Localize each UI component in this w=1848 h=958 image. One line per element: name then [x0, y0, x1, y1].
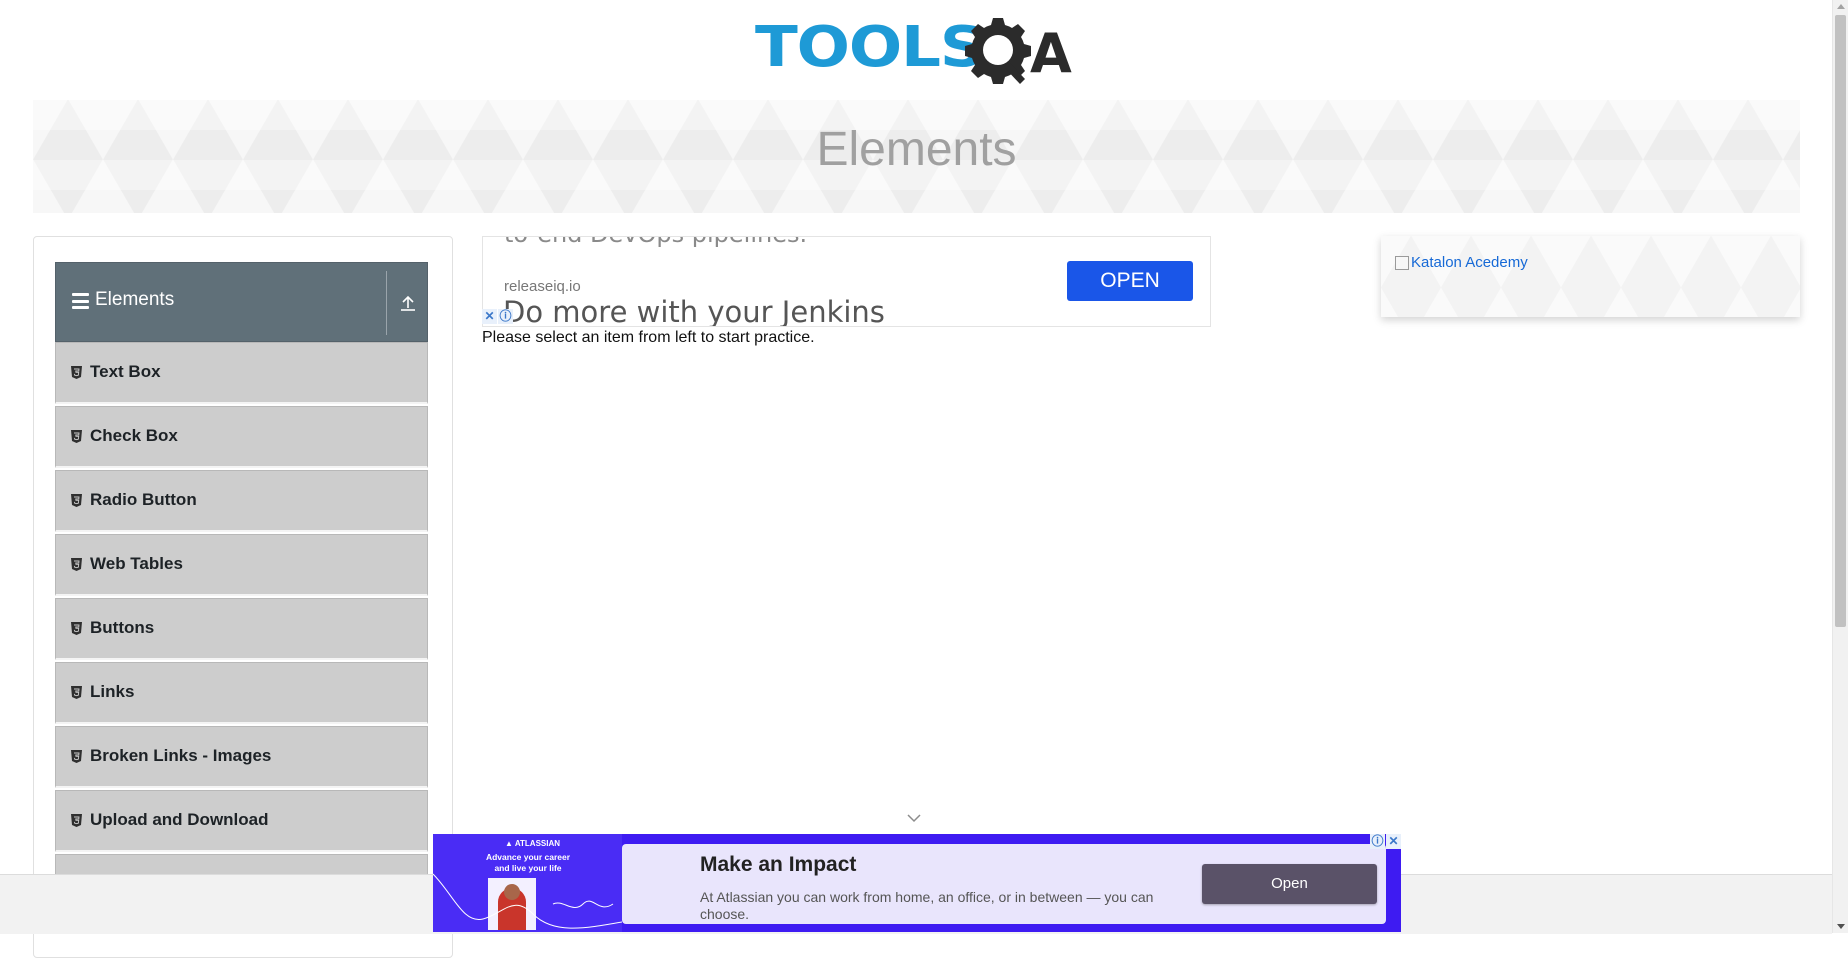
- header-divider: [386, 271, 387, 335]
- logo-tools-text: TOOLS: [755, 15, 985, 80]
- menu-item-web-tables[interactable]: Web Tables: [55, 534, 428, 596]
- site-header: TOOLS A: [0, 0, 1832, 100]
- menu-item-label: Broken Links - Images: [90, 746, 272, 765]
- menu-item-label: Radio Button: [90, 490, 197, 509]
- scroll-down-icon[interactable]: [1837, 924, 1845, 929]
- menu-item-text-box[interactable]: Text Box: [55, 342, 428, 404]
- menu-item-radio-button[interactable]: Radio Button: [55, 470, 428, 532]
- ad-headline[interactable]: Do more with your Jenkins: [503, 295, 885, 326]
- ad-open-button[interactable]: OPEN: [1067, 261, 1193, 301]
- ad-description: At Atlassian you can work from home, an …: [700, 889, 1154, 922]
- ad-info-icon[interactable]: ⓘ: [498, 309, 513, 324]
- menu-item-label: Upload and Download: [90, 810, 269, 829]
- ad-close-icon[interactable]: ✕: [1386, 834, 1401, 849]
- page-banner: Elements: [33, 100, 1800, 213]
- practice-instruction: Please select an item from left to start…: [482, 329, 815, 346]
- ad-domain[interactable]: releaseiq.io: [504, 278, 581, 295]
- menu-item-label: Text Box: [90, 362, 161, 381]
- ad-badges: ✕ ⓘ: [482, 309, 513, 324]
- ad-artwork: ▲ ATLASSIAN Advance your career and live…: [433, 834, 622, 932]
- chevron-down-icon[interactable]: [906, 813, 922, 823]
- bottom-ad-banner[interactable]: ▲ ATLASSIAN Advance your career and live…: [433, 834, 1401, 932]
- group-title: Elements: [95, 289, 175, 310]
- html5-icon: [71, 814, 82, 827]
- toolsqa-logo[interactable]: TOOLS A: [755, 14, 1080, 92]
- katalon-academy-link[interactable]: Katalon Acedemy: [1395, 254, 1528, 271]
- gear-q-icon: A: [965, 18, 1072, 85]
- menu-item-broken-links-images[interactable]: Broken Links - Images: [55, 726, 428, 788]
- menu-item-label: Check Box: [90, 426, 178, 445]
- broken-image-icon: [1395, 255, 1409, 270]
- ad-title[interactable]: Make an Impact: [700, 853, 856, 877]
- html5-icon: [71, 558, 82, 571]
- ad-partial-text: to-end DevOps pipelines.: [504, 237, 807, 248]
- side-ad: Katalon Acedemy: [1381, 236, 1800, 317]
- ad-info-icon[interactable]: ⓘ: [1370, 834, 1385, 849]
- ad-wave-lines: [433, 873, 622, 929]
- top-ad-banner[interactable]: to-end DevOps pipelines. releaseiq.io OP…: [482, 236, 1211, 327]
- menu-item-buttons[interactable]: Buttons: [55, 598, 428, 660]
- menu-item-label: Buttons: [90, 618, 155, 637]
- elements-group-header[interactable]: Elements: [55, 262, 428, 342]
- vertical-scrollbar[interactable]: [1832, 0, 1848, 933]
- scroll-up-icon[interactable]: [1837, 4, 1845, 9]
- html5-icon: [71, 430, 82, 443]
- scrollbar-thumb[interactable]: [1835, 15, 1846, 627]
- html5-icon: [71, 750, 82, 763]
- html5-icon: [71, 622, 82, 635]
- menu-item-label: Web Tables: [90, 554, 183, 573]
- menu-icon: [72, 293, 89, 309]
- katalon-alt-text: Katalon Acedemy: [1411, 254, 1528, 271]
- page-title: Elements: [816, 123, 1017, 176]
- menu-item-label: Links: [90, 682, 135, 701]
- ad-open-button[interactable]: Open: [1202, 864, 1377, 904]
- menu-item-upload-and-download[interactable]: Upload and Download: [55, 790, 428, 852]
- ad-close-icon[interactable]: ✕: [482, 309, 497, 324]
- left-panel: Elements Text Box Check Box Radio Button…: [33, 236, 453, 958]
- html5-icon: [71, 366, 82, 379]
- ad-card[interactable]: Make an Impact At Atlassian you can work…: [622, 844, 1386, 924]
- html5-icon: [71, 494, 82, 507]
- menu-item-check-box[interactable]: Check Box: [55, 406, 428, 468]
- ad-badges: ⓘ ✕: [1370, 834, 1401, 849]
- collapse-up-icon[interactable]: [397, 291, 419, 313]
- menu-item-links[interactable]: Links: [55, 662, 428, 724]
- logo-a-text: A: [1030, 22, 1072, 85]
- html5-icon: [71, 686, 82, 699]
